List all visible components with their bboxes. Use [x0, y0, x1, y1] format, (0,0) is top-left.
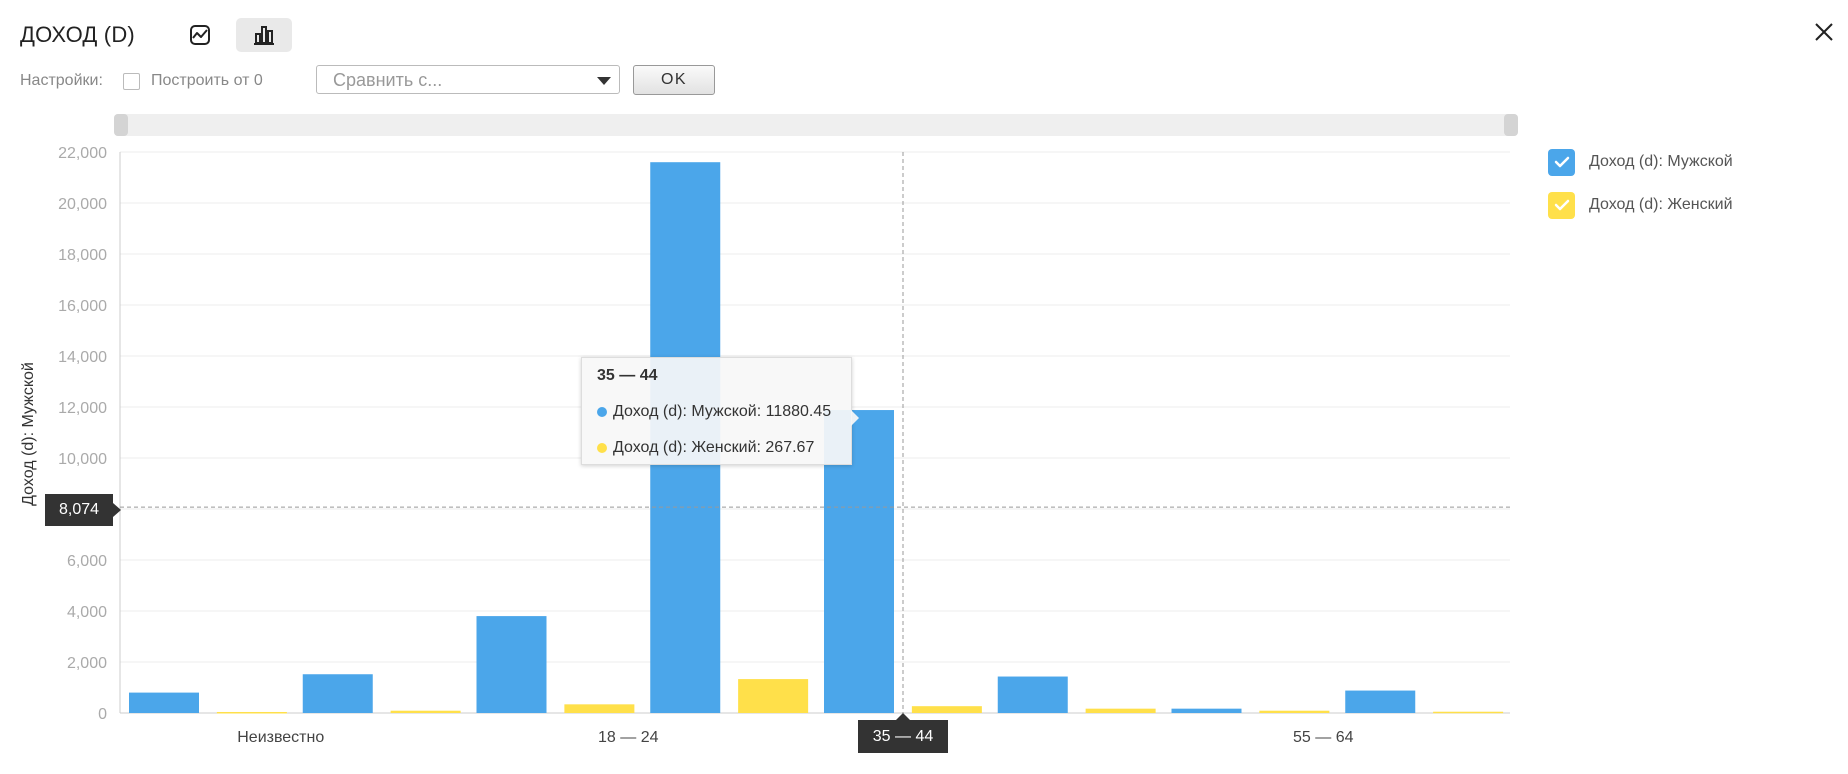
legend-label-female: Доход (d): Женский: [1589, 196, 1733, 213]
bar-female: [1433, 711, 1504, 714]
bar-female: [911, 706, 982, 713]
bar-female: [1085, 708, 1156, 713]
check-icon: [1554, 199, 1569, 211]
tooltip-value-female: Доход (d): Женский: 267.67: [613, 439, 815, 456]
crosshair-x-label: 35 — 44: [858, 713, 948, 753]
y-tick-label: 12,000: [58, 400, 107, 417]
legend-item-female[interactable]: Доход (d): Женский: [1548, 191, 1733, 219]
bar-male: [476, 616, 547, 713]
tooltip-dot-male: [597, 407, 607, 417]
y-tick-label: 20,000: [58, 196, 107, 213]
y-tick-label: 10,000: [58, 451, 107, 468]
y-tick-label: 14,000: [58, 349, 107, 366]
bar-female: [1259, 710, 1330, 713]
chart-legend: Доход (d): Мужской Доход (d): Женский: [1548, 148, 1733, 234]
bar-male: [302, 674, 373, 713]
tooltip-row-male: Доход (d): Мужской: 11880.45: [597, 403, 836, 421]
bar-male: [1345, 690, 1416, 713]
legend-checkbox-female[interactable]: [1548, 191, 1575, 219]
bar-female: [390, 710, 461, 713]
y-tick-label: 2,000: [67, 655, 107, 672]
legend-checkbox-male[interactable]: [1548, 148, 1575, 176]
tooltip-row-female: Доход (d): Женский: 267.67: [597, 439, 836, 457]
y-tick-label: 4,000: [67, 604, 107, 621]
tooltip-title: 35 — 44: [597, 367, 658, 384]
y-tick-label: 16,000: [58, 298, 107, 315]
x-tick-label: 18 — 24: [598, 729, 659, 746]
bar-male: [129, 692, 199, 713]
bar-female: [738, 679, 809, 713]
y-tick-label: 18,000: [58, 247, 107, 264]
chart-tooltip: 35 — 44 Доход (d): Мужской: 11880.45 Дох…: [581, 357, 859, 465]
bar-male: [997, 676, 1068, 713]
legend-label-male: Доход (d): Мужской: [1589, 153, 1733, 170]
bar-female: [564, 704, 635, 713]
y-tick-label: 6,000: [67, 553, 107, 570]
x-tick-label: Неизвестно: [237, 729, 324, 746]
bar-male: [1171, 708, 1242, 713]
crosshair-y-label: 8,074: [45, 494, 121, 526]
bar-female: [216, 711, 287, 714]
check-icon: [1554, 156, 1569, 168]
bar-chart: 02,0004,0006,0008,00010,00012,00014,0001…: [20, 145, 1510, 746]
y-tick-label: 0: [98, 706, 107, 723]
tooltip-value-male: Доход (d): Мужской: 11880.45: [613, 403, 832, 420]
y-tick-label: 22,000: [58, 145, 107, 162]
x-tick-label: 55 — 64: [1293, 729, 1354, 746]
y-axis-title: Доход (d): Мужской: [20, 362, 37, 506]
tooltip-dot-female: [597, 443, 607, 453]
legend-item-male[interactable]: Доход (d): Мужской: [1548, 148, 1733, 176]
